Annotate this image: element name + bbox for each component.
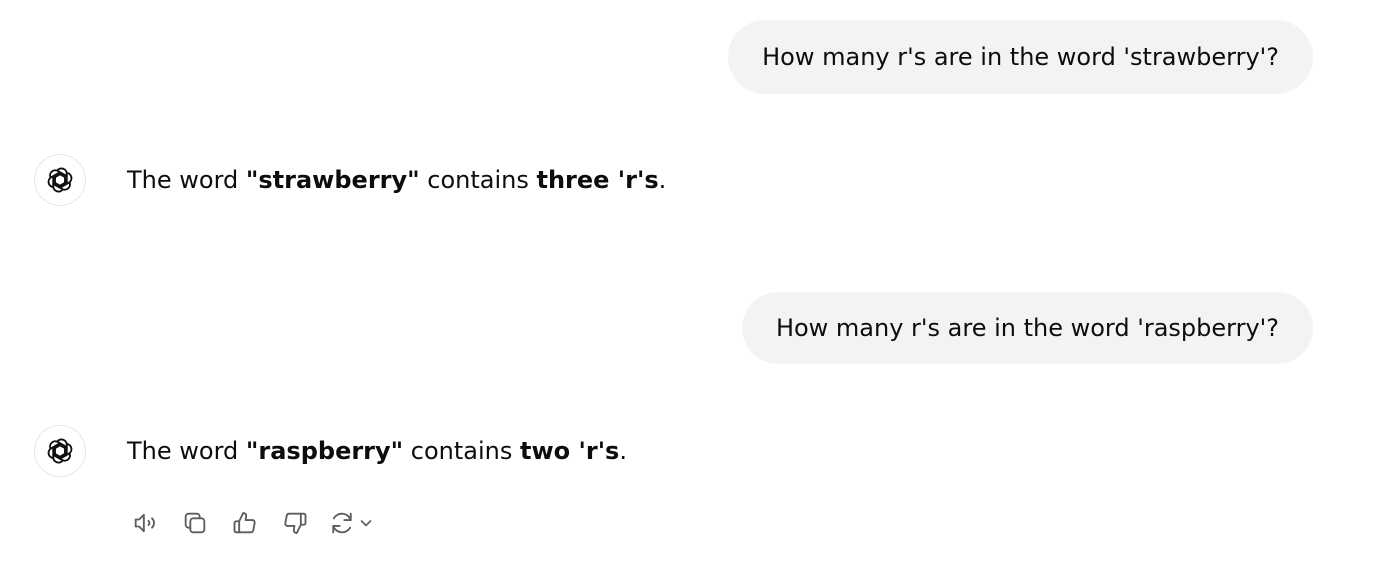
user-message: How many r's are in the word 'raspberry'…: [741, 292, 1313, 364]
user-message-text: How many r's are in the word 'strawberry…: [762, 43, 1279, 71]
text-segment: contains: [403, 437, 521, 465]
assistant-avatar: [34, 425, 86, 477]
openai-logo-icon: [47, 438, 73, 464]
assistant-message: The word "raspberry" contains two 'r's.: [34, 425, 627, 477]
bold-segment: two 'r's: [520, 437, 620, 465]
chevron-down-icon: [360, 520, 372, 527]
openai-logo-icon: [47, 167, 73, 193]
regenerate-button[interactable]: [328, 509, 374, 537]
text-segment: .: [619, 437, 627, 465]
bold-segment: "raspberry": [245, 437, 404, 465]
bold-segment: three 'r's: [536, 166, 659, 194]
bad-response-button[interactable]: [278, 506, 312, 540]
copy-icon: [184, 512, 206, 534]
message-actions: [128, 506, 374, 540]
assistant-message-text: The word "strawberry" contains three 'r'…: [127, 166, 666, 194]
user-message: How many r's are in the word 'strawberry…: [728, 20, 1313, 94]
regenerate-icon: [332, 512, 352, 534]
assistant-avatar: [34, 154, 86, 206]
user-message-bubble: How many r's are in the word 'raspberry'…: [741, 292, 1313, 364]
assistant-message: The word "strawberry" contains three 'r'…: [34, 154, 666, 206]
user-message-bubble: How many r's are in the word 'strawberry…: [728, 20, 1313, 94]
user-message-text: How many r's are in the word 'raspberry'…: [775, 314, 1279, 342]
speaker-icon: [134, 513, 155, 533]
text-segment: .: [658, 166, 667, 194]
text-segment: The word: [127, 166, 246, 194]
bold-segment: "strawberry": [245, 166, 420, 194]
text-segment: The word: [127, 437, 246, 465]
text-segment: contains: [419, 166, 537, 194]
read-aloud-button[interactable]: [128, 506, 162, 540]
thumbs-down-icon: [284, 512, 307, 534]
thumbs-up-icon: [233, 512, 256, 534]
assistant-message-text: The word "raspberry" contains two 'r's.: [127, 437, 627, 465]
good-response-button[interactable]: [228, 506, 262, 540]
copy-button[interactable]: [178, 506, 212, 540]
